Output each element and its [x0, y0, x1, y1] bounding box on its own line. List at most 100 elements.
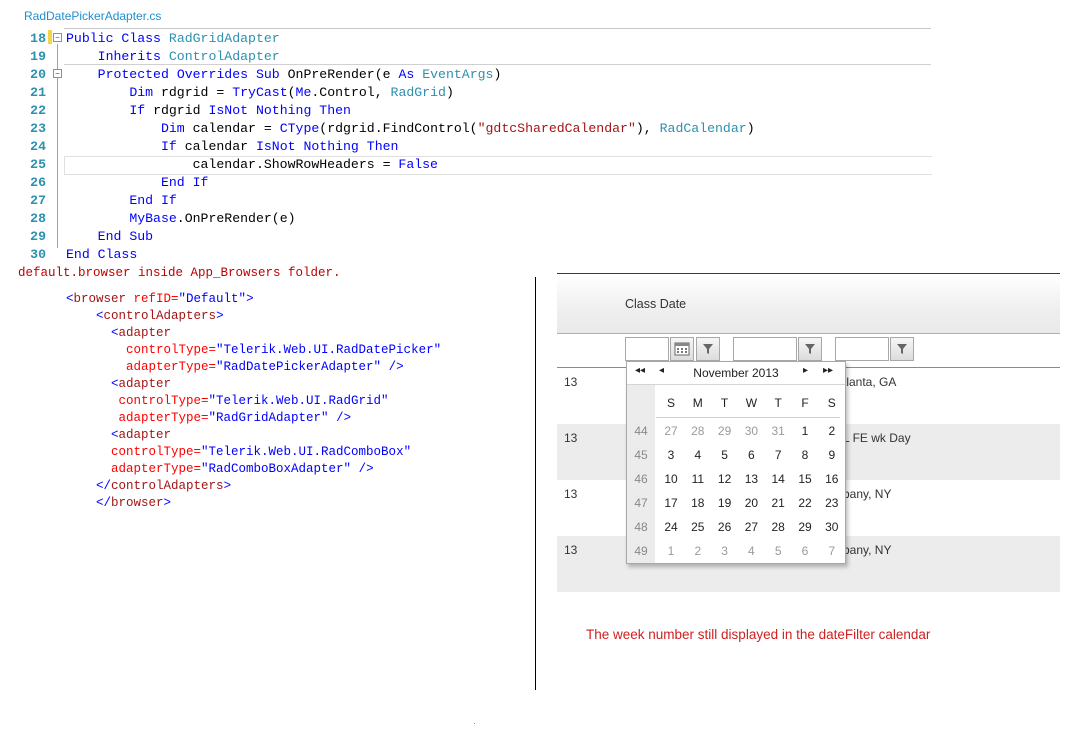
- calendar-day[interactable]: 16: [819, 472, 845, 486]
- calendar-day[interactable]: 2: [685, 544, 711, 558]
- calendar-day[interactable]: 26: [712, 520, 738, 534]
- code-line[interactable]: 20 Protected Overrides Sub OnPreRender(e…: [18, 66, 931, 84]
- calendar-day[interactable]: 14: [765, 472, 791, 486]
- calendar-day[interactable]: 21: [765, 496, 791, 510]
- code-text[interactable]: If rdgrid IsNot Nothing Then: [66, 102, 351, 120]
- calendar-day[interactable]: 25: [685, 520, 711, 534]
- week-number[interactable]: 49: [627, 544, 655, 558]
- code-line[interactable]: 23 Dim calendar = CType(rdgrid.FindContr…: [18, 120, 931, 138]
- code-line[interactable]: 28 MyBase.OnPreRender(e): [18, 210, 931, 228]
- filter-funnel-icon[interactable]: [890, 337, 914, 361]
- xml-line: </controlAdapters>: [96, 479, 232, 493]
- calendar-day[interactable]: 30: [738, 424, 764, 438]
- cell-number: 13: [564, 487, 578, 501]
- day-of-week-header: F: [801, 396, 809, 410]
- code-line[interactable]: 18 Public Class RadGridAdapter: [18, 30, 931, 48]
- calendar-day[interactable]: 4: [738, 544, 764, 558]
- calendar-day[interactable]: 17: [658, 496, 684, 510]
- calendar-day[interactable]: 5: [765, 544, 791, 558]
- code-editor[interactable]: − − 18 Public Class RadGridAdapter 19 Inhe…: [18, 28, 932, 264]
- week-number[interactable]: 48: [627, 520, 655, 534]
- calendar-day[interactable]: 10: [658, 472, 684, 486]
- calendar-day[interactable]: 30: [819, 520, 845, 534]
- calendar-day[interactable]: 9: [819, 448, 845, 462]
- code-text[interactable]: Protected Overrides Sub OnPreRender(e As…: [66, 66, 502, 84]
- calendar-day[interactable]: 23: [819, 496, 845, 510]
- code-text[interactable]: calendar.ShowRowHeaders = False: [66, 156, 438, 174]
- line-number: 21: [30, 85, 46, 100]
- calendar-icon[interactable]: [670, 337, 694, 361]
- calendar-day[interactable]: 4: [685, 448, 711, 462]
- line-number: 28: [30, 211, 46, 226]
- calendar-day[interactable]: 8: [792, 448, 818, 462]
- code-line[interactable]: 19 Inherits ControlAdapter: [18, 48, 931, 66]
- calendar-day[interactable]: 24: [658, 520, 684, 534]
- calendar-day[interactable]: 15: [792, 472, 818, 486]
- filter-funnel-icon[interactable]: [696, 337, 720, 361]
- calendar-day[interactable]: 11: [685, 472, 711, 486]
- calendar-day[interactable]: 7: [819, 544, 845, 558]
- calendar-day[interactable]: 28: [685, 424, 711, 438]
- calendar-day[interactable]: 29: [792, 520, 818, 534]
- week-number[interactable]: 47: [627, 496, 655, 510]
- calendar-day[interactable]: 22: [792, 496, 818, 510]
- week-number[interactable]: 45: [627, 448, 655, 462]
- calendar-day[interactable]: 6: [792, 544, 818, 558]
- code-line[interactable]: 29 End Sub: [18, 228, 931, 246]
- file-tab-title[interactable]: RadDatePickerAdapter.cs: [24, 9, 161, 23]
- code-text[interactable]: If calendar IsNot Nothing Then: [66, 138, 398, 156]
- column-header-class-date[interactable]: Class Date: [625, 297, 686, 311]
- calendar-day[interactable]: 2: [819, 424, 845, 438]
- calendar-day[interactable]: 20: [738, 496, 764, 510]
- calendar-header: ◂◂ ◂ November 2013 ▸ ▸▸: [627, 362, 845, 385]
- code-line[interactable]: 26 End If: [18, 174, 931, 192]
- xml-caption: default.browser inside App_Browsers fold…: [18, 266, 341, 280]
- line-number: 30: [30, 247, 46, 262]
- calendar-day[interactable]: 27: [658, 424, 684, 438]
- calendar-day[interactable]: 31: [765, 424, 791, 438]
- code-text[interactable]: End Class: [66, 246, 137, 264]
- code-line[interactable]: 30 End Class: [18, 246, 931, 264]
- week-number[interactable]: 46: [627, 472, 655, 486]
- calendar-day[interactable]: 12: [712, 472, 738, 486]
- code-text[interactable]: Dim calendar = CType(rdgrid.FindControl(…: [66, 120, 755, 138]
- code-line[interactable]: 25 calendar.ShowRowHeaders = False: [18, 156, 931, 174]
- code-text[interactable]: Dim rdgrid = TryCast(Me.Control, RadGrid…: [66, 84, 454, 102]
- code-line[interactable]: 24 If calendar IsNot Nothing Then: [18, 138, 931, 156]
- line-number: 24: [30, 139, 46, 154]
- calendar-day[interactable]: 7: [765, 448, 791, 462]
- code-text[interactable]: MyBase.OnPreRender(e): [66, 210, 295, 228]
- grid-header-row: Class Date: [557, 274, 1060, 334]
- code-line[interactable]: 22 If rdgrid IsNot Nothing Then: [18, 102, 931, 120]
- calendar-day[interactable]: 18: [685, 496, 711, 510]
- next-month-icon[interactable]: ▸: [803, 365, 808, 376]
- code-text[interactable]: End If: [66, 174, 209, 192]
- calendar-day[interactable]: 3: [712, 544, 738, 558]
- week-number[interactable]: 44: [627, 424, 655, 438]
- filter-funnel-icon[interactable]: [798, 337, 822, 361]
- date-filter-input[interactable]: [625, 337, 669, 361]
- fast-next-month-icon[interactable]: ▸▸: [823, 365, 833, 376]
- filter-input-2[interactable]: [733, 337, 797, 361]
- calendar-title[interactable]: November 2013: [675, 366, 797, 380]
- fast-prev-month-icon[interactable]: ◂◂: [635, 365, 645, 376]
- calendar-day[interactable]: 27: [738, 520, 764, 534]
- code-line[interactable]: 27 End If: [18, 192, 931, 210]
- code-line[interactable]: 21 Dim rdgrid = TryCast(Me.Control, RadG…: [18, 84, 931, 102]
- calendar-day[interactable]: 6: [738, 448, 764, 462]
- calendar-day[interactable]: 13: [738, 472, 764, 486]
- calendar-day[interactable]: 29: [712, 424, 738, 438]
- calendar-day[interactable]: 19: [712, 496, 738, 510]
- code-text[interactable]: Public Class RadGridAdapter: [66, 30, 280, 48]
- filter-input-3[interactable]: [835, 337, 889, 361]
- code-text[interactable]: End Sub: [66, 228, 153, 246]
- code-text[interactable]: End If: [66, 192, 177, 210]
- vertical-divider: [535, 277, 536, 690]
- code-text[interactable]: Inherits ControlAdapter: [66, 48, 280, 66]
- prev-month-icon[interactable]: ◂: [659, 365, 664, 376]
- calendar-day[interactable]: 1: [658, 544, 684, 558]
- calendar-day[interactable]: 3: [658, 448, 684, 462]
- calendar-day[interactable]: 28: [765, 520, 791, 534]
- calendar-day[interactable]: 5: [712, 448, 738, 462]
- calendar-day[interactable]: 1: [792, 424, 818, 438]
